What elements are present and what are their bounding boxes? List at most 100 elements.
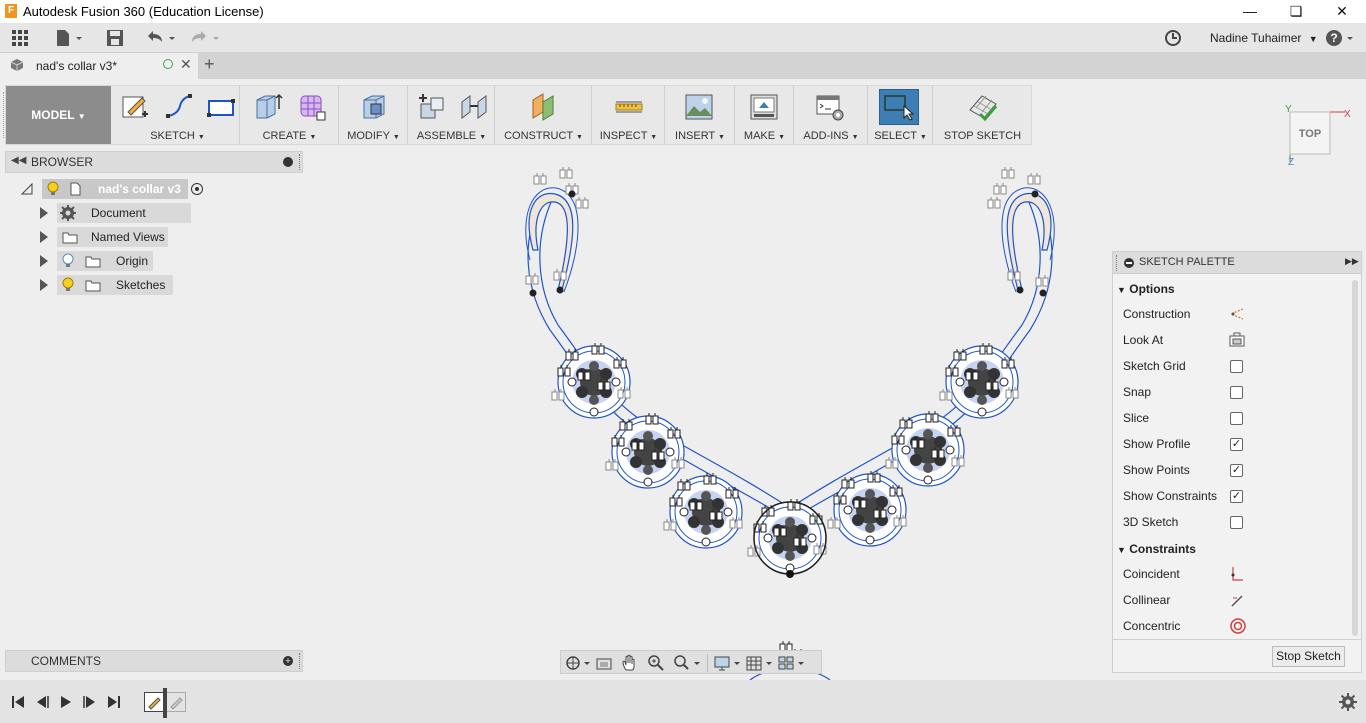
option-show-points[interactable]: Show Points ✓ (1123, 457, 1348, 483)
lightbulb-off-icon[interactable] (61, 253, 75, 269)
collinear-icon[interactable] (1229, 592, 1245, 608)
step-forward-icon[interactable] (82, 694, 98, 710)
new-tab-plus-icon[interactable]: + (204, 54, 215, 75)
go-to-end-icon[interactable] (106, 694, 122, 710)
zoom-icon[interactable] (646, 654, 666, 672)
slice-checkbox[interactable] (1230, 412, 1243, 425)
show-profile-checkbox[interactable]: ✓ (1230, 438, 1243, 451)
play-icon[interactable] (58, 694, 74, 710)
concentric-icon[interactable] (1229, 617, 1247, 635)
extrude-icon[interactable] (253, 92, 283, 122)
workspace-switcher[interactable]: MODEL ▼ (6, 86, 111, 144)
look-at-icon[interactable] (1229, 332, 1245, 348)
help-icon[interactable]: ? (1325, 29, 1357, 47)
sketch-group[interactable]: SKETCH ▼ (116, 86, 240, 144)
activate-component-icon[interactable] (191, 183, 203, 195)
comments-panel-header[interactable]: COMMENTS + (5, 650, 303, 672)
new-component-icon[interactable] (417, 92, 447, 122)
option-show-constraints[interactable]: Show Constraints ✓ (1123, 483, 1348, 509)
browser-panel-header[interactable]: ◀◀ BROWSER (5, 151, 303, 173)
option-look-at[interactable]: Look At (1123, 327, 1348, 353)
step-back-icon[interactable] (34, 694, 50, 710)
timeline-settings-gear-icon[interactable] (1339, 693, 1357, 711)
data-panel-grid-icon[interactable] (10, 29, 30, 47)
select-tool-button[interactable] (879, 89, 919, 125)
inspect-group[interactable]: INSPECT ▼ (593, 86, 665, 144)
form-icon[interactable] (297, 92, 327, 122)
user-account-menu[interactable]: Nadine Tuhaimer ▼ (1210, 31, 1318, 45)
create-sketch-icon[interactable] (120, 92, 150, 122)
offset-plane-icon[interactable] (529, 92, 559, 122)
file-menu-icon[interactable] (54, 29, 84, 47)
minimize-button[interactable]: — (1227, 0, 1273, 23)
scripts-addins-icon[interactable] (815, 92, 845, 122)
option-snap[interactable]: Snap (1123, 379, 1348, 405)
redo-icon[interactable] (188, 29, 222, 47)
browser-item-document-settings[interactable]: Document Settings (40, 203, 200, 240)
undo-icon[interactable] (144, 29, 178, 47)
collapsed-triangle-icon[interactable] (40, 231, 48, 243)
stop-sketch-button[interactable]: Stop Sketch (1272, 646, 1345, 667)
option-show-profile[interactable]: Show Profile ✓ (1123, 431, 1348, 457)
browser-options-icon[interactable] (283, 157, 293, 167)
option-sketch-grid[interactable]: Sketch Grid (1123, 353, 1348, 379)
expand-panel-icon[interactable]: ▶▶ (1345, 256, 1359, 267)
constraints-section-header[interactable]: ▼ Constraints (1117, 538, 1196, 560)
show-constraints-checkbox[interactable]: ✓ (1230, 490, 1243, 503)
grid-snaps-icon[interactable] (745, 654, 775, 672)
viewports-icon[interactable] (777, 654, 807, 672)
timeline-sketch-feature[interactable] (144, 692, 164, 712)
insert-image-icon[interactable] (684, 92, 714, 122)
options-section-header[interactable]: ▼ Options (1117, 278, 1175, 300)
collapse-panel-icon[interactable]: ◀◀ (11, 155, 26, 166)
press-pull-icon[interactable] (359, 92, 389, 122)
timeline-marker[interactable] (163, 688, 167, 718)
restore-button[interactable]: ❏ (1273, 0, 1319, 23)
constraint-concentric[interactable]: Concentric (1123, 613, 1348, 639)
sketch-palette-panel[interactable]: SKETCH PALETTE ▶▶ ▼ Options Construction… (1112, 251, 1362, 673)
add-comment-icon[interactable]: + (283, 656, 293, 666)
option-slice[interactable]: Slice (1123, 405, 1348, 431)
coincident-icon[interactable] (1229, 566, 1245, 582)
sketch-canvas[interactable] (500, 160, 1080, 680)
pan-hand-icon[interactable] (620, 654, 640, 672)
go-to-start-icon[interactable] (10, 694, 26, 710)
show-points-checkbox[interactable]: ✓ (1230, 464, 1243, 477)
expanded-triangle-icon[interactable] (20, 182, 34, 196)
lightbulb-on-icon[interactable] (46, 181, 60, 197)
document-tab[interactable]: nad's collar v3* ✕ (0, 53, 198, 79)
close-window-button[interactable]: ✕ (1319, 0, 1365, 23)
option-3d-sketch[interactable]: 3D Sketch (1123, 509, 1348, 535)
joint-icon[interactable] (459, 92, 489, 122)
save-icon[interactable] (106, 29, 124, 47)
construct-group[interactable]: CONSTRUCT ▼ (496, 86, 592, 144)
sketch-grid-checkbox[interactable] (1230, 360, 1243, 373)
stop-sketch-icon[interactable] (968, 92, 998, 122)
rectangle-icon[interactable] (206, 92, 236, 122)
measure-icon[interactable] (614, 92, 644, 122)
browser-root-node[interactable]: nad's collar v3 (42, 179, 188, 199)
job-status-clock-icon[interactable] (1164, 29, 1182, 47)
addins-group[interactable]: ADD-INS ▼ (795, 86, 868, 144)
constraint-collinear[interactable]: Collinear (1123, 587, 1348, 613)
collapsed-triangle-icon[interactable] (40, 279, 48, 291)
make-group[interactable]: MAKE ▼ (736, 86, 794, 144)
create-group[interactable]: CREATE ▼ (241, 86, 339, 144)
sketch-palette-header[interactable]: SKETCH PALETTE ▶▶ (1113, 252, 1361, 274)
collapsed-triangle-icon[interactable] (40, 255, 48, 267)
browser-item-sketches[interactable]: Sketches (40, 275, 200, 295)
3d-sketch-checkbox[interactable] (1230, 516, 1243, 529)
arc-line-icon[interactable] (164, 92, 194, 122)
modify-group[interactable]: MODIFY ▼ (340, 86, 408, 144)
close-tab-icon[interactable]: ✕ (180, 56, 192, 73)
select-group[interactable]: SELECT ▼ (869, 86, 933, 144)
3d-print-icon[interactable] (749, 92, 779, 122)
timeline-sketch-feature[interactable] (166, 692, 186, 712)
construction-icon[interactable] (1229, 306, 1245, 322)
assemble-group[interactable]: ASSEMBLE ▼ (409, 86, 495, 144)
display-settings-icon[interactable] (713, 654, 743, 672)
constraint-coincident[interactable]: Coincident (1123, 561, 1348, 587)
palette-collapse-icon[interactable] (1124, 258, 1134, 268)
look-at-nav-icon[interactable] (594, 654, 614, 672)
snap-checkbox[interactable] (1230, 386, 1243, 399)
